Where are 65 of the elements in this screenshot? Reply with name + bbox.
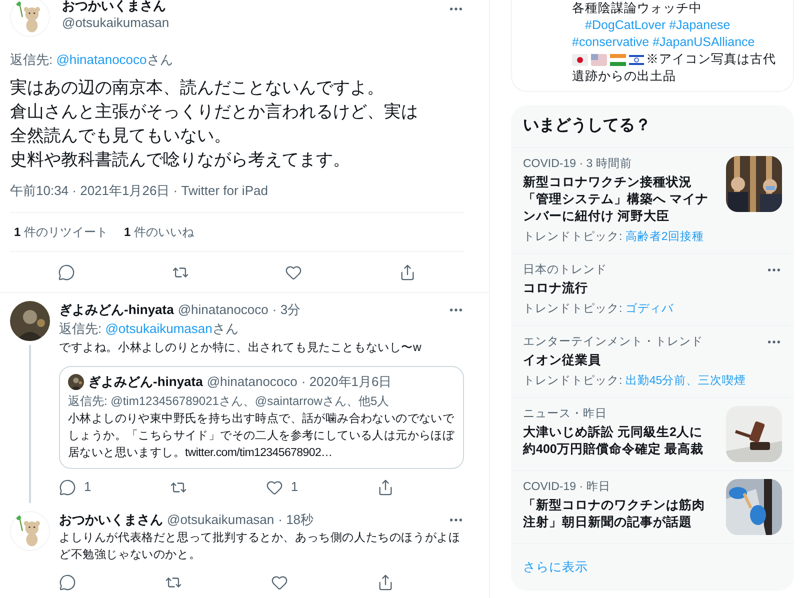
author-name: ぎよみどん-hinyata — [59, 301, 174, 319]
reply-button[interactable]: 1 — [59, 477, 92, 497]
reply-to-line: 返信先: @otsukaikumasanさん — [59, 320, 240, 338]
stat-count[interactable]: 1 件のリツイート — [14, 223, 108, 241]
reply-button[interactable] — [59, 574, 76, 590]
like-button[interactable] — [285, 264, 302, 280]
share-icon — [377, 478, 394, 496]
author-handle: @otsukaikumasan — [62, 14, 170, 31]
tweet-time: · 3分 — [272, 301, 301, 319]
author-handle: @otsukaikumasan — [167, 511, 274, 529]
tweet-meta: 午前10:34 · 2021年1月26日 · Twitter for iPad — [10, 182, 269, 200]
author-handle: @hinatanococo — [206, 373, 298, 391]
trend-item[interactable]: エンターテインメント・トレンド イオン従業員 トレンドトピック: 出勤45分前、三次喫煙 — [511, 326, 794, 398]
tweet-time: · 18秒 — [278, 511, 314, 529]
like-icon — [285, 264, 302, 280]
trend-context: エンターテインメント・トレンド — [523, 335, 704, 350]
quoted-text: 小林よしのりや東中野氏を持ち出す時点で、話が噛み合わないのでないでしょうか。「こちらサイド」でその二人を参考にしている人は元からほぼ居ないと思いますし。twitter.com/tim12345678902… — [68, 412, 455, 461]
trend-topic-line: トレンドトピック: ゴディバ — [523, 302, 674, 317]
reply-to-line: 返信先: @tim123456789021さん、@saintarrowさん、他5人 — [68, 393, 390, 410]
share-icon — [377, 574, 394, 590]
reply-icon — [59, 574, 76, 590]
trend-headline: 新型コロナワクチン接種状況「管理システム」構築へ マイナンバーに紐付け 河野大臣 — [523, 174, 710, 225]
tweet-date: · 2020年1月6日 — [301, 373, 392, 391]
like-icon — [266, 478, 283, 496]
author-name: おつかいくまさん — [62, 0, 167, 14]
like-button[interactable] — [271, 574, 288, 590]
panel-title: いまどうしてる？ — [511, 105, 794, 148]
trend-headline: 大津いじめ訴訟 元同級生2人に約400万円賠償命令確定 最高裁 — [523, 424, 704, 458]
reply-to-line: 返信先: @hinatanococoさん — [10, 51, 174, 69]
author-name: ぎよみどん-hinyata — [88, 373, 203, 391]
reply-icon — [58, 264, 76, 280]
action-count: 1 — [290, 478, 298, 496]
trend-headline: コロナ流行 — [523, 280, 589, 297]
trend-item[interactable]: COVID-19 · 3 時間前 新型コロナワクチン接種状況「管理システム」構築へ マイナンバーに紐付け 河野大臣 トレンドトピック: 高齢者2回接種 — [511, 148, 794, 254]
flags-icon — [572, 54, 644, 66]
share-button[interactable] — [377, 574, 394, 590]
stat-count[interactable]: 1 件のいいね — [124, 223, 194, 241]
quoted-tweet[interactable]: ぎよみどん-hinyata @hinatanococo · 2020年1月6日 返信先: @tim123456789021さん、@saintarrowさん、他5人 小林よしのりや東中野氏を持ち出す時点で、話が噛み合わないのでないでしょうか。「こちらサイド」でその二人を参考にしている人は元からほぼ居ないと思いますし。twitter.com/tim12345678902… — [59, 366, 464, 469]
trend-context: ニュース・昨日 — [523, 406, 608, 422]
trend-topic-line: トレンドトピック: 出勤45分前、三次喫煙 — [523, 374, 748, 389]
action-count: 1 — [84, 478, 92, 496]
trend-context: COVID-19 · 3 時間前 — [523, 156, 633, 172]
share-button[interactable] — [377, 478, 394, 496]
trend-context: COVID-19 · 昨日 — [523, 480, 612, 495]
share-button[interactable] — [398, 264, 416, 280]
bear-avatar-icon — [10, 511, 50, 551]
tweet-text: よしりんが代表格だと思って批判するとか、あっち側の人たちのほうがよほど不勉強じゃないのかと。 — [59, 530, 462, 563]
tweet-text: ですよね。小林よしのりとか特に、出されても見たこともないし〜w — [59, 340, 422, 356]
like-button[interactable]: 1 — [266, 477, 298, 497]
trend-headline: イオン従業員 — [523, 352, 602, 369]
share-icon — [398, 264, 416, 280]
author-handle: @hinatanococo — [178, 301, 268, 319]
reply-button[interactable] — [58, 264, 76, 280]
trend-context: 日本のトレンド — [523, 262, 608, 278]
like-icon — [271, 574, 288, 590]
bio-text: ※アイコン写真は古代遺跡からの出土品 — [572, 51, 777, 85]
trend-topic-line: トレンドトピック: 高齢者2回接種 — [523, 229, 705, 245]
tweet-text: 実はあの辺の南京本、読んだことないんですよ。 倉山さんと主張がそっくりだとか言われるけど、実は 全然読んでも見てもいない。 史料や教科書読んで唸りながら考えてます。 — [10, 76, 419, 170]
trend-headline: 「新型コロナのワクチンは筋肉注射」朝日新聞の記事が話題 — [523, 497, 706, 531]
trend-item[interactable]: ニュース・昨日 大津いじめ訴訟 元同級生2人に約400万円賠償命令確定 最高裁 — [511, 398, 794, 471]
trend-item[interactable]: COVID-19 · 昨日 「新型コロナのワクチンは筋肉注射」朝日新聞の記事が話題 — [511, 471, 794, 544]
reply-icon — [59, 478, 76, 496]
trend-item[interactable]: 日本のトレンド コロナ流行 トレンドトピック: ゴディバ — [511, 254, 794, 326]
author-name: おつかいくまさん — [59, 511, 163, 529]
bio-text: 各種陰謀論ウォッチ中 — [572, 0, 703, 17]
